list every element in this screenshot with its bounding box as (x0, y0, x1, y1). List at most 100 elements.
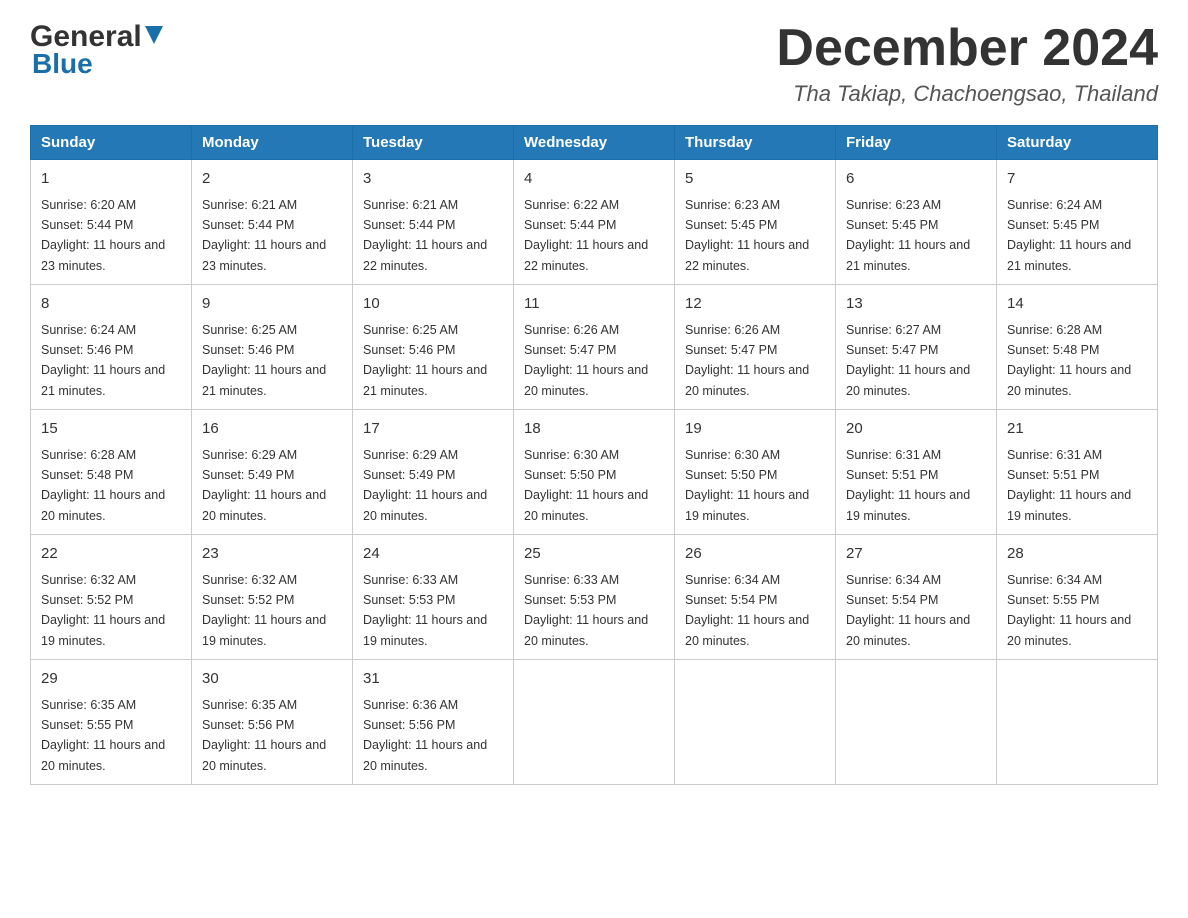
calendar-week-row: 22 Sunrise: 6:32 AMSunset: 5:52 PMDaylig… (31, 535, 1158, 660)
day-info: Sunrise: 6:25 AMSunset: 5:46 PMDaylight:… (202, 323, 326, 398)
day-number: 25 (524, 543, 664, 566)
day-number: 18 (524, 418, 664, 441)
day-number: 3 (363, 168, 503, 191)
day-info: Sunrise: 6:34 AMSunset: 5:55 PMDaylight:… (1007, 573, 1131, 648)
calendar-cell: 19 Sunrise: 6:30 AMSunset: 5:50 PMDaylig… (675, 410, 836, 535)
calendar-cell (514, 660, 675, 785)
day-info: Sunrise: 6:32 AMSunset: 5:52 PMDaylight:… (41, 573, 165, 648)
calendar-cell: 13 Sunrise: 6:27 AMSunset: 5:47 PMDaylig… (836, 285, 997, 410)
day-number: 7 (1007, 168, 1147, 191)
calendar-cell: 28 Sunrise: 6:34 AMSunset: 5:55 PMDaylig… (997, 535, 1158, 660)
calendar-header-row: SundayMondayTuesdayWednesdayThursdayFrid… (31, 126, 1158, 160)
calendar-cell: 24 Sunrise: 6:33 AMSunset: 5:53 PMDaylig… (353, 535, 514, 660)
calendar-cell: 20 Sunrise: 6:31 AMSunset: 5:51 PMDaylig… (836, 410, 997, 535)
day-info: Sunrise: 6:28 AMSunset: 5:48 PMDaylight:… (1007, 323, 1131, 398)
location-title: Tha Takiap, Chachoengsao, Thailand (776, 81, 1158, 107)
day-number: 6 (846, 168, 986, 191)
calendar-week-row: 1 Sunrise: 6:20 AMSunset: 5:44 PMDayligh… (31, 160, 1158, 285)
day-info: Sunrise: 6:29 AMSunset: 5:49 PMDaylight:… (363, 448, 487, 523)
calendar-cell: 5 Sunrise: 6:23 AMSunset: 5:45 PMDayligh… (675, 160, 836, 285)
day-info: Sunrise: 6:29 AMSunset: 5:49 PMDaylight:… (202, 448, 326, 523)
calendar-cell: 3 Sunrise: 6:21 AMSunset: 5:44 PMDayligh… (353, 160, 514, 285)
calendar-cell: 7 Sunrise: 6:24 AMSunset: 5:45 PMDayligh… (997, 160, 1158, 285)
day-number: 22 (41, 543, 181, 566)
weekday-header-wednesday: Wednesday (514, 126, 675, 160)
day-info: Sunrise: 6:24 AMSunset: 5:46 PMDaylight:… (41, 323, 165, 398)
day-info: Sunrise: 6:35 AMSunset: 5:56 PMDaylight:… (202, 698, 326, 773)
day-info: Sunrise: 6:30 AMSunset: 5:50 PMDaylight:… (524, 448, 648, 523)
day-number: 29 (41, 668, 181, 691)
day-info: Sunrise: 6:26 AMSunset: 5:47 PMDaylight:… (685, 323, 809, 398)
title-block: December 2024 Tha Takiap, Chachoengsao, … (776, 20, 1158, 107)
day-number: 1 (41, 168, 181, 191)
logo-blue-text: Blue (30, 48, 163, 80)
day-number: 17 (363, 418, 503, 441)
day-number: 5 (685, 168, 825, 191)
day-info: Sunrise: 6:23 AMSunset: 5:45 PMDaylight:… (685, 198, 809, 273)
calendar-cell: 6 Sunrise: 6:23 AMSunset: 5:45 PMDayligh… (836, 160, 997, 285)
calendar-cell: 31 Sunrise: 6:36 AMSunset: 5:56 PMDaylig… (353, 660, 514, 785)
day-number: 30 (202, 668, 342, 691)
day-info: Sunrise: 6:33 AMSunset: 5:53 PMDaylight:… (363, 573, 487, 648)
day-info: Sunrise: 6:30 AMSunset: 5:50 PMDaylight:… (685, 448, 809, 523)
day-info: Sunrise: 6:28 AMSunset: 5:48 PMDaylight:… (41, 448, 165, 523)
day-number: 14 (1007, 293, 1147, 316)
calendar-cell (675, 660, 836, 785)
calendar-cell: 9 Sunrise: 6:25 AMSunset: 5:46 PMDayligh… (192, 285, 353, 410)
day-info: Sunrise: 6:22 AMSunset: 5:44 PMDaylight:… (524, 198, 648, 273)
day-number: 10 (363, 293, 503, 316)
calendar-cell: 16 Sunrise: 6:29 AMSunset: 5:49 PMDaylig… (192, 410, 353, 535)
weekday-header-tuesday: Tuesday (353, 126, 514, 160)
day-number: 21 (1007, 418, 1147, 441)
calendar-cell: 18 Sunrise: 6:30 AMSunset: 5:50 PMDaylig… (514, 410, 675, 535)
weekday-header-monday: Monday (192, 126, 353, 160)
day-info: Sunrise: 6:27 AMSunset: 5:47 PMDaylight:… (846, 323, 970, 398)
day-info: Sunrise: 6:32 AMSunset: 5:52 PMDaylight:… (202, 573, 326, 648)
day-number: 12 (685, 293, 825, 316)
calendar-cell: 23 Sunrise: 6:32 AMSunset: 5:52 PMDaylig… (192, 535, 353, 660)
day-number: 19 (685, 418, 825, 441)
month-title: December 2024 (776, 20, 1158, 77)
calendar-week-row: 29 Sunrise: 6:35 AMSunset: 5:55 PMDaylig… (31, 660, 1158, 785)
calendar-cell: 30 Sunrise: 6:35 AMSunset: 5:56 PMDaylig… (192, 660, 353, 785)
day-number: 4 (524, 168, 664, 191)
calendar-cell: 22 Sunrise: 6:32 AMSunset: 5:52 PMDaylig… (31, 535, 192, 660)
day-number: 13 (846, 293, 986, 316)
logo: General Blue (30, 20, 163, 80)
day-number: 8 (41, 293, 181, 316)
calendar-cell: 11 Sunrise: 6:26 AMSunset: 5:47 PMDaylig… (514, 285, 675, 410)
calendar-cell: 26 Sunrise: 6:34 AMSunset: 5:54 PMDaylig… (675, 535, 836, 660)
day-number: 23 (202, 543, 342, 566)
day-number: 2 (202, 168, 342, 191)
calendar-cell: 15 Sunrise: 6:28 AMSunset: 5:48 PMDaylig… (31, 410, 192, 535)
weekday-header-sunday: Sunday (31, 126, 192, 160)
calendar-cell: 21 Sunrise: 6:31 AMSunset: 5:51 PMDaylig… (997, 410, 1158, 535)
calendar-week-row: 15 Sunrise: 6:28 AMSunset: 5:48 PMDaylig… (31, 410, 1158, 535)
day-info: Sunrise: 6:33 AMSunset: 5:53 PMDaylight:… (524, 573, 648, 648)
day-info: Sunrise: 6:23 AMSunset: 5:45 PMDaylight:… (846, 198, 970, 273)
weekday-header-friday: Friday (836, 126, 997, 160)
day-number: 9 (202, 293, 342, 316)
day-info: Sunrise: 6:34 AMSunset: 5:54 PMDaylight:… (685, 573, 809, 648)
weekday-header-thursday: Thursday (675, 126, 836, 160)
day-info: Sunrise: 6:24 AMSunset: 5:45 PMDaylight:… (1007, 198, 1131, 273)
calendar-cell: 10 Sunrise: 6:25 AMSunset: 5:46 PMDaylig… (353, 285, 514, 410)
calendar-cell: 1 Sunrise: 6:20 AMSunset: 5:44 PMDayligh… (31, 160, 192, 285)
day-info: Sunrise: 6:36 AMSunset: 5:56 PMDaylight:… (363, 698, 487, 773)
day-number: 27 (846, 543, 986, 566)
calendar-cell: 29 Sunrise: 6:35 AMSunset: 5:55 PMDaylig… (31, 660, 192, 785)
calendar-table: SundayMondayTuesdayWednesdayThursdayFrid… (30, 125, 1158, 785)
calendar-cell: 2 Sunrise: 6:21 AMSunset: 5:44 PMDayligh… (192, 160, 353, 285)
day-info: Sunrise: 6:21 AMSunset: 5:44 PMDaylight:… (363, 198, 487, 273)
day-info: Sunrise: 6:21 AMSunset: 5:44 PMDaylight:… (202, 198, 326, 273)
calendar-cell: 4 Sunrise: 6:22 AMSunset: 5:44 PMDayligh… (514, 160, 675, 285)
day-info: Sunrise: 6:31 AMSunset: 5:51 PMDaylight:… (1007, 448, 1131, 523)
day-number: 31 (363, 668, 503, 691)
day-info: Sunrise: 6:20 AMSunset: 5:44 PMDaylight:… (41, 198, 165, 273)
day-number: 24 (363, 543, 503, 566)
calendar-cell: 8 Sunrise: 6:24 AMSunset: 5:46 PMDayligh… (31, 285, 192, 410)
day-info: Sunrise: 6:34 AMSunset: 5:54 PMDaylight:… (846, 573, 970, 648)
calendar-cell: 14 Sunrise: 6:28 AMSunset: 5:48 PMDaylig… (997, 285, 1158, 410)
day-info: Sunrise: 6:25 AMSunset: 5:46 PMDaylight:… (363, 323, 487, 398)
day-info: Sunrise: 6:26 AMSunset: 5:47 PMDaylight:… (524, 323, 648, 398)
